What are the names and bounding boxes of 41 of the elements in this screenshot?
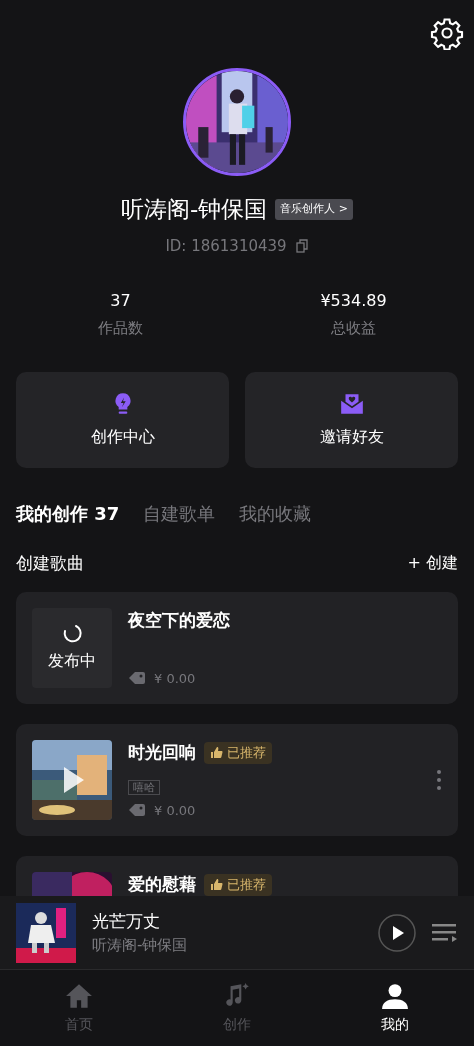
genre-tag: 嘻哈 xyxy=(128,779,160,795)
stat-label: 总收益 xyxy=(330,318,377,339)
song-card[interactable]: 时光回响 已推荐 嘻哈 ¥ 0.00 xyxy=(16,724,458,836)
create-button[interactable]: + 创建 xyxy=(407,551,458,576)
stat-value: 37 xyxy=(109,290,132,312)
song-card[interactable]: 爱的慰藉 已推荐 xyxy=(16,856,458,896)
price: ¥ 0.00 xyxy=(154,669,196,688)
song-title: 光芒万丈 xyxy=(92,909,161,933)
section-title: 创建歌曲 xyxy=(16,551,84,575)
stat-label: 作品数 xyxy=(97,318,144,339)
thumbs-up-icon xyxy=(210,878,223,892)
settings-icon[interactable] xyxy=(430,16,464,50)
tab[interactable]: 我的收藏 xyxy=(239,499,312,527)
loading-icon xyxy=(61,623,83,645)
song-title: 爱的慰藉 xyxy=(128,873,196,896)
tab[interactable]: 我的创作 37 xyxy=(16,499,120,527)
play-button[interactable] xyxy=(378,913,416,952)
play-icon[interactable] xyxy=(62,765,86,795)
invite-button[interactable]: 邀请好友 xyxy=(245,371,458,468)
nav-tab[interactable]: 我的 xyxy=(375,980,415,1036)
song-title: 夜空下的爱恋 xyxy=(128,609,230,632)
user-name: 听涛阁-钟保国 xyxy=(121,195,268,224)
status-label: 发布中 xyxy=(48,650,96,672)
user-id: ID: 1861310439 xyxy=(165,235,287,257)
user-icon xyxy=(381,981,409,1010)
artist-name: 听涛阁-钟保国 xyxy=(92,935,189,956)
more-icon[interactable] xyxy=(436,769,442,791)
price-tag-icon xyxy=(128,803,146,818)
price-tag-icon xyxy=(128,671,146,686)
price: ¥ 0.00 xyxy=(154,801,196,820)
tab[interactable]: 自建歌单 xyxy=(143,499,216,527)
recommended-badge: 已推荐 xyxy=(204,742,272,764)
recommended-badge: 已推荐 xyxy=(204,874,272,896)
creation-center-button[interactable]: 创作中心 xyxy=(16,371,229,468)
thumbs-up-icon xyxy=(210,746,223,760)
creator-badge[interactable]: 音乐创作人 > xyxy=(275,199,353,220)
playlist-icon[interactable] xyxy=(432,921,458,944)
stat-value: ¥534.89 xyxy=(319,290,388,312)
copy-icon[interactable] xyxy=(294,238,309,253)
song-title: 时光回响 xyxy=(128,741,196,764)
song-card[interactable]: 发布中 夜空下的爱恋 ¥ 0.00 xyxy=(16,592,458,704)
